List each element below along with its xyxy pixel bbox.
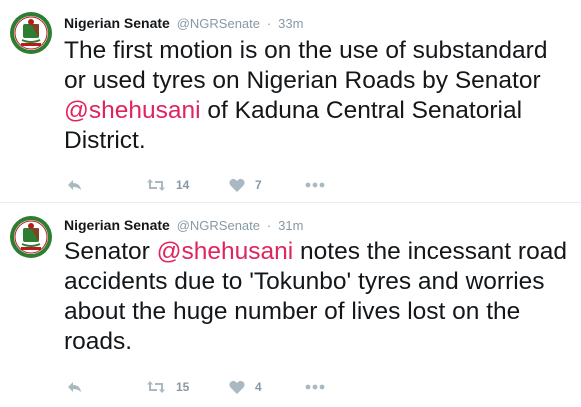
more-dots-icon [305,182,325,188]
reply-button[interactable] [66,175,84,195]
author-name[interactable]: Nigerian Senate [64,15,170,31]
avatar[interactable] [8,214,54,260]
like-count: 4 [255,380,262,394]
mention-link[interactable]: @shehusani [157,238,294,265]
author-name[interactable]: Nigerian Senate [64,217,170,233]
more-button[interactable] [305,175,325,195]
timestamp[interactable]: 31m [278,218,303,233]
tweet-actions: 14 7 [64,175,364,195]
like-button[interactable]: 4 [229,377,262,397]
reply-icon [68,180,81,190]
mention-link[interactable]: @shehusani [64,97,201,124]
senate-seal-icon [8,214,54,260]
reply-icon [68,382,81,392]
separator-dot: · [266,218,272,233]
like-button[interactable]: 7 [229,175,262,195]
retweet-icon [147,179,165,191]
tweet-actions: 15 4 [64,377,364,397]
senate-seal-icon [8,10,54,56]
more-button[interactable] [305,377,325,397]
heart-icon [229,380,245,394]
more-dots-icon [305,384,325,390]
author-handle[interactable]: @NGRSenate [177,16,260,31]
retweet-button[interactable]: 15 [146,377,189,397]
retweet-icon [147,381,165,393]
tweet: Nigerian Senate @NGRSenate · 31m Senator… [0,203,581,407]
reply-button[interactable] [66,377,84,397]
tweet-text: Senator @shehusani notes the incessant r… [64,237,576,357]
tweet-text: The first motion is on the use of substa… [64,36,576,156]
retweet-count: 15 [176,380,190,394]
separator-dot: · [266,16,272,31]
timestamp[interactable]: 33m [278,16,303,31]
tweet: Nigerian Senate @NGRSenate · 33m The fir… [0,0,581,203]
tweet-header: Nigerian Senate @NGRSenate · 31m [64,215,303,235]
tweet-text-before: Senator [64,238,157,265]
retweet-button[interactable]: 14 [146,175,189,195]
like-count: 7 [255,178,262,192]
retweet-count: 14 [176,178,190,192]
author-handle[interactable]: @NGRSenate [177,218,260,233]
tweet-header: Nigerian Senate @NGRSenate · 33m [64,13,303,33]
avatar[interactable] [8,10,54,56]
heart-icon [229,178,245,192]
tweet-text-before: The first motion is on the use of substa… [64,37,548,94]
